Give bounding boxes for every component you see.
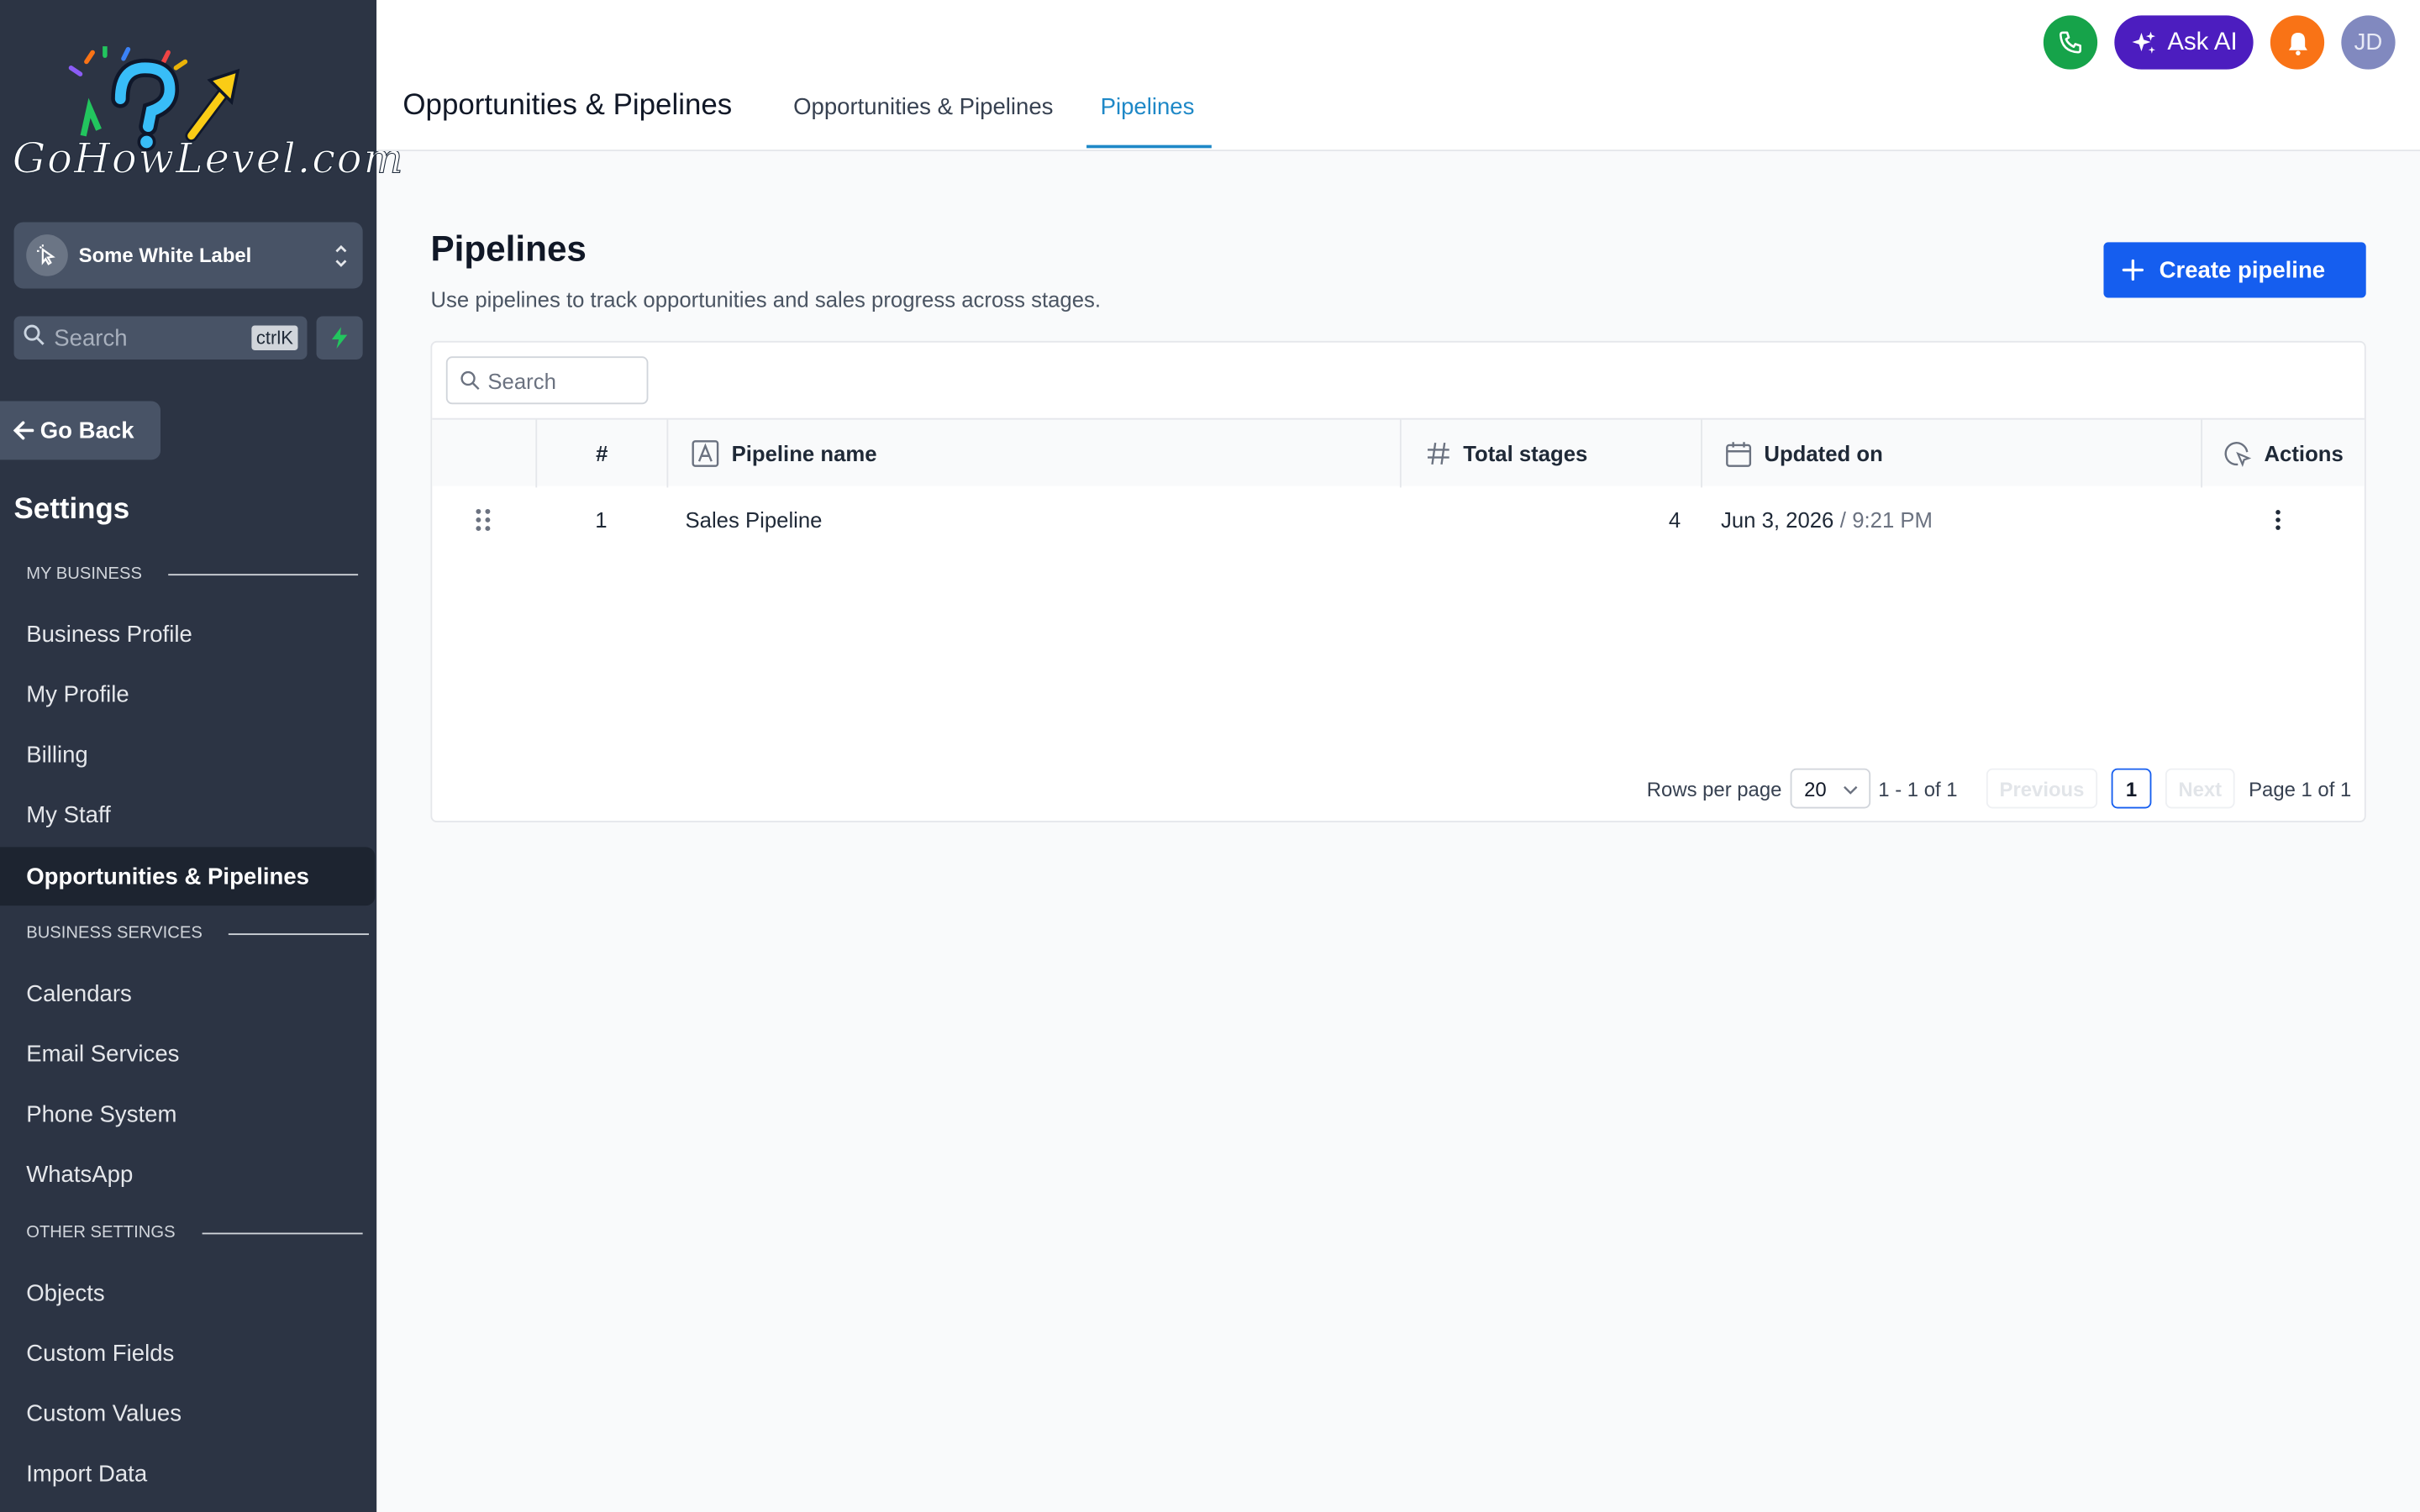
sidebar-item-whatsapp[interactable]: WhatsApp — [0, 1145, 376, 1204]
cursor-click-icon — [26, 234, 68, 276]
sidebar-item-phone-system[interactable]: Phone System — [0, 1084, 376, 1143]
go-back-label: Go Back — [39, 417, 134, 444]
user-avatar[interactable]: JD — [2341, 15, 2396, 70]
page-header-title: Opportunities & Pipelines — [402, 89, 733, 123]
bell-icon — [2287, 32, 2307, 55]
pipelines-table-card: Search # Pipeline name Total stages Upda… — [430, 340, 2366, 822]
search-icon — [24, 323, 45, 353]
column-header-updated-on[interactable]: Updated on — [1701, 419, 2201, 488]
lightning-icon — [331, 327, 348, 349]
page-of-label: Page 1 of 1 — [2249, 776, 2352, 801]
phone-button[interactable] — [2043, 15, 2098, 70]
quick-actions-button[interactable] — [316, 316, 363, 360]
next-page-button[interactable]: Next — [2165, 768, 2235, 809]
sidebar-item-objects[interactable]: Objects — [0, 1263, 376, 1322]
chevron-down-icon — [1844, 785, 1858, 795]
sidebar-item-opportunities-pipelines[interactable]: Opportunities & Pipelines — [0, 847, 376, 906]
cursor-click-icon — [2224, 439, 2252, 467]
sidebar-item-my-staff[interactable]: My Staff — [0, 785, 376, 844]
sidebar-item-import-data[interactable]: Import Data — [0, 1444, 376, 1503]
drag-column-header — [432, 420, 535, 488]
logo: GoHowLevel.com — [12, 44, 403, 188]
table-search-placeholder: Search — [487, 368, 556, 393]
column-header-pipeline-name[interactable]: Pipeline name — [666, 419, 1399, 488]
section-header-other-settings: OTHER SETTINGS — [26, 1224, 362, 1242]
ask-ai-button[interactable]: Ask AI — [2114, 15, 2254, 70]
page-number-button[interactable]: 1 — [2111, 768, 2152, 809]
page-subtitle: Use pipelines to track opportunities and… — [430, 286, 1102, 312]
row-actions-menu-icon[interactable] — [2275, 486, 2281, 554]
shortcut-badge: ctrlK — [251, 325, 298, 350]
sidebar-item-my-profile[interactable]: My Profile — [0, 665, 376, 724]
table-search-input[interactable]: Search — [445, 356, 649, 405]
sidebar-item-custom-fields[interactable]: Custom Fields — [0, 1324, 376, 1383]
top-header: Opportunities & Pipelines Opportunities … — [376, 0, 2420, 152]
calendar-icon — [1725, 440, 1752, 466]
sidebar-item-custom-values[interactable]: Custom Values — [0, 1384, 376, 1443]
ask-ai-label: Ask AI — [2167, 28, 2238, 55]
sidebar-search[interactable]: Search ctrlK — [13, 316, 308, 360]
arrow-left-icon — [13, 421, 34, 440]
app-root: GoHowLevel.com Some White Label Search c… — [0, 0, 2420, 1512]
sparkle-icon — [2133, 30, 2156, 53]
previous-page-button[interactable]: Previous — [1986, 768, 2098, 809]
active-tab-indicator — [1086, 144, 1212, 149]
tab-pipelines[interactable]: Pipelines — [1101, 94, 1195, 120]
tab-opportunities-pipelines[interactable]: Opportunities & Pipelines — [793, 94, 1053, 120]
column-header-total-stages[interactable]: Total stages — [1399, 419, 1701, 488]
section-header-business-services: BUSINESS SERVICES — [26, 924, 370, 942]
create-pipeline-button[interactable]: Create pipeline — [2103, 242, 2366, 298]
account-name: Some White Label — [78, 244, 252, 267]
logo-text: GoHowLevel.com — [12, 135, 405, 184]
sidebar: GoHowLevel.com Some White Label Search c… — [0, 0, 403, 1512]
total-stages-cell: 4 — [1668, 507, 1681, 533]
rows-per-page-label: Rows per page — [1646, 776, 1782, 801]
rows-per-page-select[interactable]: 20 — [1790, 768, 1871, 809]
account-switcher[interactable]: Some White Label — [13, 222, 363, 289]
section-header-my-business: MY BUSINESS — [26, 564, 359, 583]
page-title: Pipelines — [430, 228, 587, 269]
table-header: # Pipeline name Total stages Updated on … — [432, 417, 2365, 488]
plus-icon — [2122, 259, 2144, 281]
sidebar-item-email-services[interactable]: Email Services — [0, 1025, 376, 1084]
sidebar-item-calendars[interactable]: Calendars — [0, 964, 376, 1023]
pagination-range: 1 - 1 of 1 — [1878, 776, 1958, 801]
notifications-button[interactable] — [2270, 15, 2325, 70]
chevron-up-down-icon — [334, 241, 349, 280]
go-back-button[interactable]: Go Back — [0, 401, 161, 460]
sidebar-item-business-profile[interactable]: Business Profile — [0, 605, 376, 664]
search-placeholder: Search — [54, 324, 128, 351]
updated-on-cell: Jun 3, 2026 / 9:21 PM — [1720, 507, 1933, 533]
phone-icon — [2059, 31, 2081, 54]
text-field-icon — [692, 439, 719, 467]
drag-handle-icon[interactable] — [474, 486, 492, 554]
search-icon — [460, 370, 480, 391]
column-header-index[interactable]: # — [535, 419, 666, 488]
pipeline-name-cell[interactable]: Sales Pipeline — [686, 486, 823, 554]
create-pipeline-label: Create pipeline — [2159, 256, 2326, 284]
hash-icon — [1426, 441, 1450, 465]
settings-title: Settings — [13, 493, 130, 527]
column-header-actions: Actions — [2201, 419, 2365, 488]
row-index: 1 — [595, 507, 608, 533]
sidebar-item-billing[interactable]: Billing — [0, 725, 376, 784]
table-row[interactable]: 1 Sales Pipeline 4 Jun 3, 2026 / 9:21 PM — [432, 486, 2365, 554]
